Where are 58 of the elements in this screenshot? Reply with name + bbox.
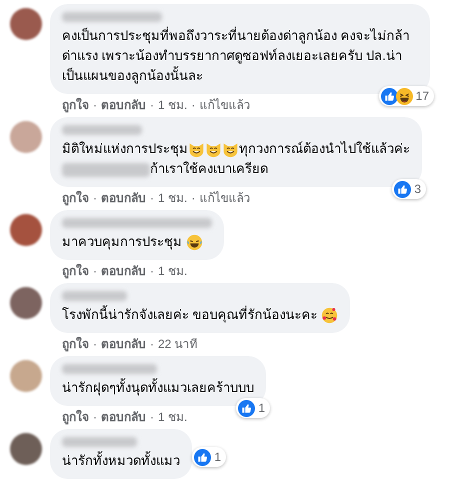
action-link[interactable]: ตอบกลับ (101, 263, 146, 279)
avatar (10, 214, 42, 246)
avatar (10, 121, 42, 153)
comment-text: คงเป็นการประชุมที่พอถึงวาระที่นายต้องด่าลูกน้อง คงจะไม่กล้าด่าแรง เพราะน้องทำบรรยากาศดูซอฟท์ลงเยอะเลยครับ ปล.น่าเป็นแผนของลูกน้องนั้นละ (62, 28, 410, 83)
reaction-count[interactable]: 1 (236, 398, 270, 418)
haha-icon (396, 88, 413, 104)
laughing-face-icon (186, 234, 203, 252)
smiling-face-with-hearts-icon (321, 307, 338, 324)
comment-text: ทุกวงการณ์ต้องนำไปใช้แล้วค่ะ (239, 141, 410, 156)
action-link[interactable]: ถูกใจ (62, 97, 89, 113)
cat-face-icon (188, 141, 205, 158)
separator-dot: · (93, 263, 97, 279)
separator-dot: · (150, 97, 154, 113)
action-link[interactable]: ถูกใจ (62, 336, 89, 352)
comment-text: มิติใหม่แห่งการประชุม (62, 141, 188, 156)
separator-dot: · (150, 336, 154, 352)
like-icon (194, 448, 212, 466)
action-link[interactable]: ถูกใจ (62, 190, 89, 206)
comment-text: น่ารักฝุดๆทั้งนุดทั้งแมวเลยคร้าบบบ (62, 380, 254, 395)
separator-dot: · (191, 190, 196, 206)
separator-dot: · (93, 336, 97, 352)
separator-dot: · (150, 263, 154, 279)
like-icon (394, 180, 412, 198)
separator-dot: · (93, 409, 97, 425)
comment-time[interactable]: 1 ชม. (158, 409, 188, 425)
cat-face-icon (222, 141, 239, 158)
blurred-name (62, 291, 127, 301)
action-link[interactable]: ตอบกลับ (101, 409, 146, 425)
comment-time[interactable]: 22 นาที (158, 336, 198, 352)
like-icon (380, 88, 398, 104)
separator-dot: · (150, 409, 154, 425)
like-icon (238, 400, 256, 416)
avatar (10, 8, 42, 40)
action-link[interactable]: ตอบกลับ (101, 97, 146, 113)
cat-face-icon (205, 141, 222, 158)
separator-dot: · (93, 190, 97, 206)
reaction-count[interactable]: 1 (192, 447, 226, 467)
comment-text: น่ารักทั้งหมวดทั้งแมว (62, 453, 180, 468)
action-link[interactable]: ตอบกลับ (101, 190, 146, 206)
avatar (10, 360, 42, 392)
separator-dot: · (93, 97, 97, 113)
edited-label[interactable]: แก้ไขแล้ว (199, 97, 250, 113)
comment-time[interactable]: 1 ชม. (158, 190, 188, 206)
separator-dot: · (191, 97, 196, 113)
comment-time[interactable]: 1 ชม. (158, 263, 188, 279)
avatar (10, 287, 42, 319)
reaction-count[interactable]: 3 (392, 179, 426, 199)
separator-dot: · (150, 190, 154, 206)
action-link[interactable]: ถูกใจ (62, 409, 89, 425)
avatar (10, 433, 42, 465)
action-link[interactable]: ตอบกลับ (101, 336, 146, 352)
edited-label[interactable]: แก้ไขแล้ว (199, 190, 250, 206)
reaction-count[interactable]: 17 (378, 86, 434, 106)
comment-time[interactable]: 1 ชม. (158, 97, 188, 113)
comment-text: ก้าเราใช้คงเบาเครียด (150, 161, 268, 176)
comment-text: โรงพักนี้น่ารักจังเลยค่ะ ขอบคุณที่รักน้องนะคะ (62, 307, 319, 322)
action-link[interactable]: ถูกใจ (62, 263, 89, 279)
comment-text: มาควบคุมการประชุม (62, 234, 183, 249)
